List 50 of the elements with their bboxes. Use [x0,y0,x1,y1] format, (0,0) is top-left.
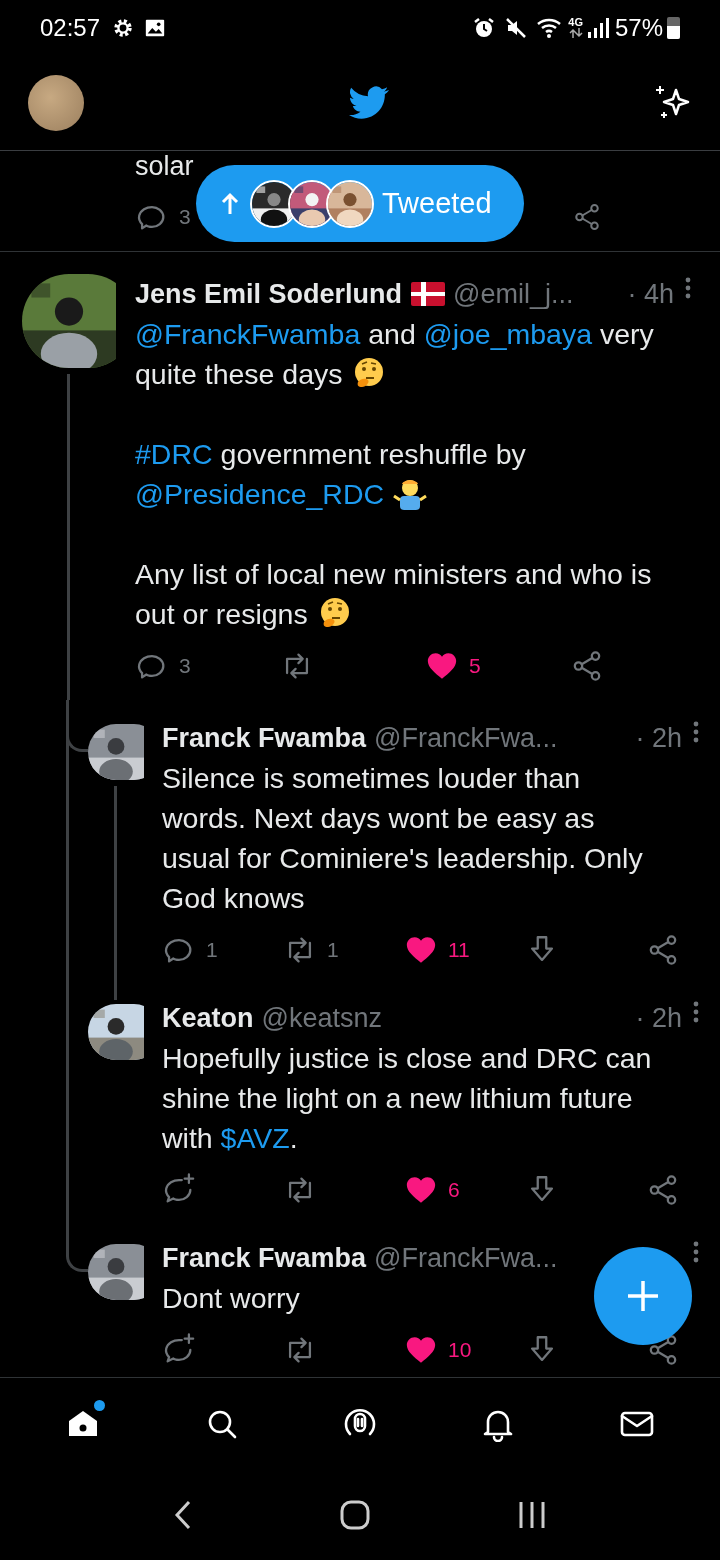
author-name: Franck Fwamba [162,721,367,755]
like-count: 11 [448,937,470,964]
home-button-icon[interactable] [339,1498,371,1531]
author-name: Franck Fwamba [162,1241,367,1275]
battery-percent: 57% [614,12,663,43]
more-icon[interactable] [692,1000,700,1024]
tweet-text: Any list of local new ministers and who is out or resigns [135,557,653,632]
tweet-text: @FranckFwamba and @joe_mbaya very quite these days [135,317,655,392]
tweet-text: solar [135,151,195,183]
like-count: 5 [469,653,481,680]
link[interactable]: $AVZ [220,1122,290,1154]
reply-count: 3 [179,204,191,231]
battery-icon [667,16,680,39]
reply-count: 1 [206,937,218,964]
tweet-text: Silence is sometimes louder than words. Next days wont be easy as usual for Cominiere's leadership. Only God knows [162,761,644,916]
author-name: Keaton [162,1001,254,1035]
like-count: 6 [448,1177,460,1204]
link[interactable]: @FranckFwamba [135,318,361,350]
author-handle: @FranckFwa... [374,721,558,755]
author-handle: @FranckFwa... [374,1241,558,1275]
more-icon[interactable] [692,1240,700,1264]
link[interactable]: #DRC [135,438,213,470]
like-count: 10 [448,1337,472,1364]
link[interactable]: @joe_mbaya [423,318,593,350]
network-label: 4G [568,17,583,28]
clock-time: 02:57 [40,12,101,43]
more-icon[interactable] [684,276,692,300]
back-icon[interactable] [173,1498,193,1531]
tweet-time: · 2h [635,721,682,755]
author-name: Jens Emil Soderlund [135,277,403,311]
author-handle: @keatsnz [261,1001,382,1035]
tweet-text: Hopefully justice is close and DRC can shine the light on a new lithium future with $AVZ. [162,1041,653,1156]
tweet-text: #DRC government reshuffle by @Presidence_RDC [135,437,527,512]
recent-apps-icon[interactable] [517,1499,547,1530]
link[interactable]: @Presidence_RDC [135,478,385,510]
gear-icon [112,16,135,39]
retweet-count: 1 [327,937,339,964]
author-handle: @emil_j... [453,277,574,311]
tweet-text: Dont worry [162,1281,300,1316]
reply-count: 3 [179,653,191,680]
data-arrows-icon [568,28,583,38]
up-arrow-icon [220,191,240,216]
more-icon[interactable] [692,720,700,744]
tweet-time: · 4h [627,277,674,311]
tweeted-label: Tweeted [382,185,492,221]
bird-icon[interactable] [349,85,389,120]
plus-icon [626,1279,660,1313]
signal-icon [586,15,609,40]
share-icon[interactable] [572,202,602,232]
tweet-time: · 2h [635,1001,682,1035]
